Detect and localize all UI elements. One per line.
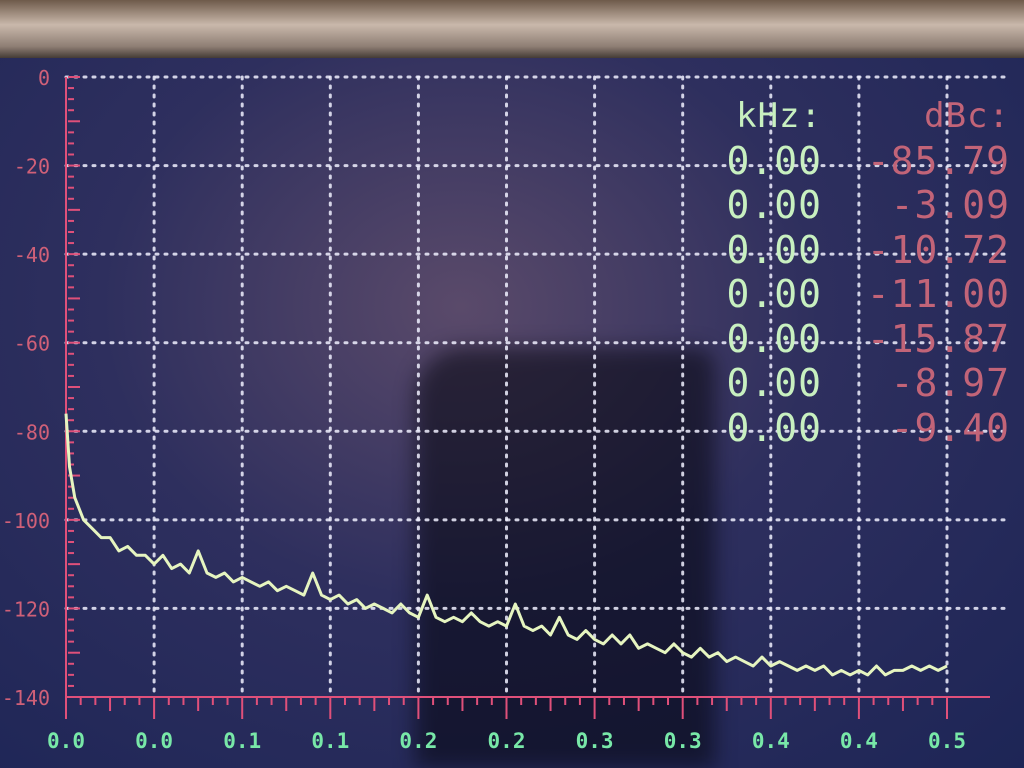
- khz-value: 0.00: [726, 316, 822, 361]
- chart-axes: [65, 76, 990, 719]
- x-tick-label: 0.5: [928, 729, 966, 753]
- y-tick-label: -80: [14, 420, 50, 444]
- y-tick-label: -140: [2, 686, 50, 710]
- y-tick-label: 0: [38, 66, 50, 90]
- x-tick-label: 0.4: [752, 729, 790, 753]
- khz-value: 0.00: [726, 405, 822, 450]
- y-tick-label: -20: [14, 155, 50, 179]
- x-tick-label: 0.3: [576, 729, 614, 753]
- khz-value: 0.00: [726, 227, 822, 272]
- khz-value: 0.00: [726, 361, 822, 405]
- x-tick-label: 0.3: [664, 729, 702, 753]
- dbc-value: -8.97: [890, 361, 1010, 405]
- dbc-value: -11.00: [866, 272, 1010, 316]
- khz-header: kHz:: [736, 96, 822, 136]
- y-tick-label: -120: [2, 597, 50, 621]
- dbc-value: -9.40: [890, 405, 1010, 450]
- dbc-value: -85.79: [866, 138, 1010, 183]
- x-tick-label: 0.1: [223, 729, 261, 753]
- khz-column: kHz: 0.00 0.00 0.00 0.00 0.00 0.00 0.00: [712, 94, 822, 450]
- x-tick-label: 0.2: [488, 729, 526, 753]
- khz-value: 0.00: [726, 183, 822, 227]
- dbc-value: -3.09: [890, 183, 1010, 227]
- y-tick-label: -40: [14, 243, 50, 267]
- khz-value: 0.00: [726, 272, 822, 316]
- x-tick-label: 0.0: [47, 729, 85, 753]
- y-tick-label: -100: [2, 509, 50, 533]
- x-tick-label: 0.2: [399, 729, 437, 753]
- dbc-column: dBc: -85.79 -3.09 -10.72 -11.00 -15.87 -…: [860, 94, 1010, 450]
- x-tick-label: 0.1: [311, 729, 349, 753]
- x-tick-label: 0.0: [135, 729, 173, 753]
- y-tick-labels: 0 -20 -40 -60 -80 -100 -120 -140: [2, 66, 50, 710]
- khz-value: 0.00: [726, 138, 822, 183]
- dbc-value: -10.72: [866, 227, 1010, 272]
- x-tick-label: 0.4: [840, 729, 878, 753]
- dbc-value: -15.87: [866, 316, 1010, 361]
- x-tick-labels: 0.0 0.0 0.1 0.1 0.2 0.2 0.3 0.3 0.4 0.4 0.5: [47, 729, 966, 753]
- y-tick-label: -60: [14, 332, 50, 356]
- dbc-header: dBc:: [924, 96, 1010, 136]
